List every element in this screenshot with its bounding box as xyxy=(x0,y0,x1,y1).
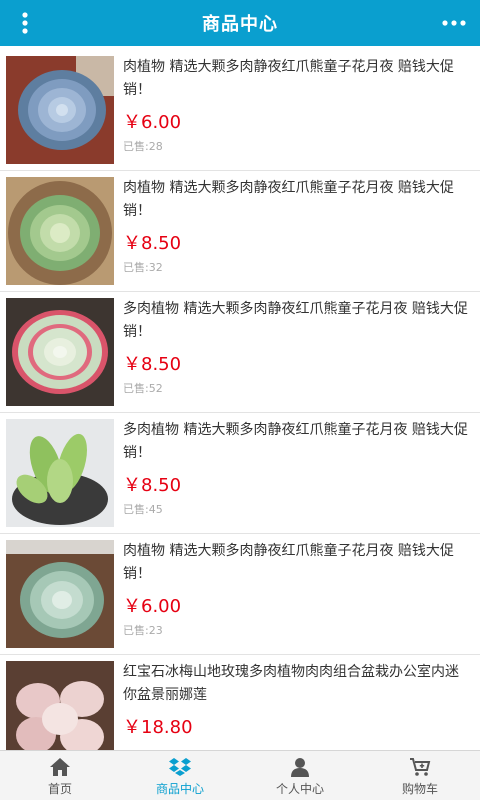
product-price: ￥8.50 xyxy=(123,233,182,254)
product-name[interactable]: 多肉植物 精选大颗多肉静夜红爪熊童子花月夜 赔钱大促销！ xyxy=(123,419,472,465)
page-title: 商品中心 xyxy=(202,14,278,35)
product-image[interactable] xyxy=(6,56,114,164)
product-price: ￥6.00 xyxy=(123,112,182,133)
product-item[interactable]: 多肉植物 精选大颗多肉静夜红爪熊童子花月夜 赔钱大促销！ ￥8.50 已售:52 xyxy=(0,292,480,413)
home-icon xyxy=(50,758,70,776)
product-price: ￥8.50 xyxy=(123,475,182,496)
tab-label: 商品中心 xyxy=(155,782,204,796)
tab-label: 首页 xyxy=(47,782,72,796)
product-sold-count: 已售:45 xyxy=(123,503,163,516)
product-price: ￥8.50 xyxy=(123,354,182,375)
product-name[interactable]: 肉植物 精选大颗多肉静夜红爪熊童子花月夜 赔钱大促销！ xyxy=(123,56,472,102)
tab-label: 个人中心 xyxy=(275,782,324,796)
user-icon xyxy=(291,758,309,777)
product-item[interactable]: 红宝石冰梅山地玫瑰多肉植物肉肉组合盆栽办公室内迷你盆景丽娜莲 ￥18.80 xyxy=(0,655,480,750)
app-header: 商品中心 xyxy=(0,0,480,46)
product-image[interactable] xyxy=(6,177,114,285)
product-item[interactable]: 肉植物 精选大颗多肉静夜红爪熊童子花月夜 赔钱大促销！ ￥8.50 已售:32 xyxy=(0,171,480,292)
product-price: ￥6.00 xyxy=(123,596,182,617)
product-name[interactable]: 肉植物 精选大颗多肉静夜红爪熊童子花月夜 赔钱大促销！ xyxy=(123,540,472,586)
product-item[interactable]: 肉植物 精选大颗多肉静夜红爪熊童子花月夜 赔钱大促销！ ￥6.00 已售:28 xyxy=(0,50,480,171)
tab-profile[interactable]: 个人中心 xyxy=(240,751,360,800)
cart-icon xyxy=(410,758,431,776)
dropbox-icon xyxy=(169,758,191,776)
tab-label: 购物车 xyxy=(401,782,438,796)
bottom-tab-bar: 首页 商品中心 个人中心 购物车 xyxy=(0,750,480,800)
product-image[interactable] xyxy=(6,298,114,406)
more-button[interactable] xyxy=(436,8,472,38)
tab-home[interactable]: 首页 xyxy=(0,751,120,800)
product-sold-count: 已售:32 xyxy=(123,261,163,274)
tab-products[interactable]: 商品中心 xyxy=(120,751,240,800)
product-list: 肉植物 精选大颗多肉静夜红爪熊童子花月夜 赔钱大促销！ ￥6.00 已售:28 … xyxy=(0,50,480,750)
product-sold-count: 已售:52 xyxy=(123,382,163,395)
product-item[interactable]: 肉植物 精选大颗多肉静夜红爪熊童子花月夜 赔钱大促销！ ￥6.00 已售:23 xyxy=(0,534,480,655)
product-name[interactable]: 红宝石冰梅山地玫瑰多肉植物肉肉组合盆栽办公室内迷你盆景丽娜莲 xyxy=(123,661,472,707)
vertical-dots-icon xyxy=(22,12,28,34)
product-sold-count: 已售:23 xyxy=(123,624,163,637)
product-name[interactable]: 肉植物 精选大颗多肉静夜红爪熊童子花月夜 赔钱大促销！ xyxy=(123,177,472,223)
menu-button[interactable] xyxy=(10,8,40,38)
product-item[interactable]: 多肉植物 精选大颗多肉静夜红爪熊童子花月夜 赔钱大促销！ ￥8.50 已售:45 xyxy=(0,413,480,534)
product-image[interactable] xyxy=(6,540,114,648)
product-sold-count: 已售:28 xyxy=(123,140,163,153)
product-image[interactable] xyxy=(6,419,114,527)
product-name[interactable]: 多肉植物 精选大颗多肉静夜红爪熊童子花月夜 赔钱大促销！ xyxy=(123,298,472,344)
product-image[interactable] xyxy=(6,661,114,750)
tab-cart[interactable]: 购物车 xyxy=(360,751,480,800)
horizontal-dots-icon xyxy=(442,20,466,26)
product-price: ￥18.80 xyxy=(123,717,193,738)
